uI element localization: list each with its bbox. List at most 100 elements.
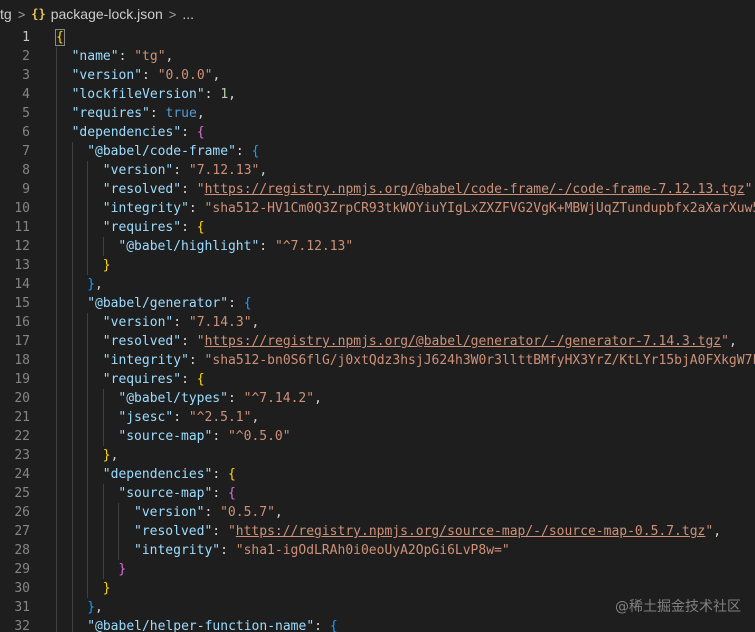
line-number: 15 bbox=[14, 296, 30, 311]
code-line[interactable]: 1{ bbox=[0, 28, 755, 47]
indent-guide bbox=[56, 598, 57, 617]
code-line-content: "requires": true, bbox=[72, 104, 205, 123]
indent-guide bbox=[56, 218, 57, 237]
code-line[interactable]: 14}, bbox=[0, 275, 755, 294]
code-line[interactable]: 18 "integrity": "sha512-bn0S6flG/j0xtQdz3… bbox=[0, 351, 755, 370]
code-area[interactable]: 1{2 "name": "tg", 3 "version": "0.0.0", 4 "lo… bbox=[0, 28, 755, 632]
code-token: https://registry.npmjs.org/@babel/code-f… bbox=[204, 182, 745, 197]
code-token: "@babel/generator" bbox=[87, 296, 229, 311]
json-file-icon: {} bbox=[31, 7, 46, 21]
indent-guide bbox=[87, 389, 89, 408]
code-token: : bbox=[259, 239, 275, 254]
code-line[interactable]: 6 "dependencies": { bbox=[0, 123, 755, 142]
code-line[interactable]: 29} bbox=[0, 560, 755, 579]
code-token: "dependencies" bbox=[102, 467, 213, 482]
code-line[interactable]: 20 "@babel/types": "^7.14.2", bbox=[0, 389, 755, 408]
code-token: https://registry.npmjs.org/@babel/genera… bbox=[204, 334, 722, 349]
code-line[interactable]: 24 "dependencies": { bbox=[0, 465, 755, 484]
code-line[interactable]: 7 "@babel/code-frame": { bbox=[0, 142, 755, 161]
code-token: "@babel/highlight" bbox=[118, 239, 260, 254]
code-line[interactable]: 26 "version": "0.5.7", bbox=[0, 503, 755, 522]
code-token: "source-map" bbox=[118, 486, 213, 501]
indent-guide bbox=[56, 313, 57, 332]
indent-guide bbox=[71, 351, 73, 370]
line-number: 14 bbox=[14, 277, 30, 292]
indent-guide bbox=[87, 541, 89, 560]
breadcrumb-symbol[interactable]: ... bbox=[182, 6, 194, 22]
indent-guide bbox=[71, 484, 73, 503]
code-line-content: } bbox=[103, 579, 111, 598]
code-line[interactable]: 2 "name": "tg", bbox=[0, 47, 755, 66]
code-token: 1 bbox=[220, 87, 229, 102]
code-line[interactable]: 28 "integrity": "sha1-igOdLRAh0i0eoUyA2Op… bbox=[0, 541, 755, 560]
indent-guide bbox=[71, 427, 73, 446]
code-line-content: "jsesc": "^2.5.1", bbox=[118, 408, 259, 427]
code-line[interactable]: 10 "integrity": "sha512-HV1Cm0Q3ZrpCR93tk… bbox=[0, 199, 755, 218]
code-token: : bbox=[181, 125, 197, 140]
line-number: 7 bbox=[22, 144, 30, 159]
code-token: : bbox=[220, 543, 236, 558]
indent-guide bbox=[102, 560, 104, 579]
code-line-content: "@babel/types": "^7.14.2", bbox=[118, 389, 322, 408]
code-line-content: "integrity": "sha1-igOdLRAh0i0eoUyA2OpGi… bbox=[134, 541, 510, 560]
code-line[interactable]: 21 "jsesc": "^2.5.1", bbox=[0, 408, 755, 427]
code-token: , bbox=[228, 87, 236, 102]
line-number: 1 bbox=[22, 30, 30, 45]
code-line-content: "resolved": "https://registry.npmjs.org/… bbox=[134, 522, 721, 541]
code-token: "version" bbox=[102, 163, 174, 178]
code-line[interactable]: 13} bbox=[0, 256, 755, 275]
indent-guide bbox=[87, 408, 89, 427]
code-line[interactable]: 3 "version": "0.0.0", bbox=[0, 66, 755, 85]
code-line[interactable]: 17 "resolved": "https://registry.npmjs.or… bbox=[0, 332, 755, 351]
indent-guide bbox=[102, 522, 104, 541]
code-line[interactable]: 8 "version": "7.12.13", bbox=[0, 161, 755, 180]
indent-guide bbox=[71, 218, 73, 237]
code-token: { bbox=[227, 486, 236, 501]
line-number: 31 bbox=[14, 600, 30, 615]
indent-guide bbox=[71, 503, 73, 522]
code-line[interactable]: 16 "version": "7.14.3", bbox=[0, 313, 755, 332]
code-line-content: "version": "0.5.7", bbox=[134, 503, 283, 522]
code-line[interactable]: 27 "resolved": "https://registry.npmjs.or… bbox=[0, 522, 755, 541]
code-token: : bbox=[181, 334, 197, 349]
code-line[interactable]: 11 "requires": { bbox=[0, 218, 755, 237]
indent-guide bbox=[87, 465, 89, 484]
code-line[interactable]: 19 "requires": { bbox=[0, 370, 755, 389]
code-token: "integrity" bbox=[134, 543, 221, 558]
code-token: "@babel/code-frame" bbox=[87, 144, 236, 159]
line-number: 24 bbox=[14, 467, 30, 482]
code-token: , bbox=[165, 49, 174, 64]
breadcrumb-folder[interactable]: tg bbox=[0, 6, 12, 22]
breadcrumb-file[interactable]: package-lock.json bbox=[51, 6, 163, 22]
code-line[interactable]: 25 "source-map": { bbox=[0, 484, 755, 503]
indent-guide bbox=[56, 522, 57, 541]
indent-guide bbox=[87, 161, 89, 180]
code-line-content: "resolved": "https://registry.npmjs.org/… bbox=[103, 332, 737, 351]
code-line[interactable]: 23}, bbox=[0, 446, 755, 465]
code-token: "sha1-igOdLRAh0i0eoUyA2OpGi6LvP8w=" bbox=[235, 543, 510, 558]
line-number: 18 bbox=[14, 353, 30, 368]
code-line[interactable]: 12 "@babel/highlight": "^7.12.13" bbox=[0, 237, 755, 256]
code-token: : bbox=[173, 410, 189, 425]
line-number: 13 bbox=[14, 258, 30, 273]
indent-guide bbox=[87, 522, 89, 541]
code-line[interactable]: 32 "@babel/helper-function-name": { bbox=[0, 617, 755, 632]
breadcrumb-separator-icon: > bbox=[17, 6, 26, 22]
code-line[interactable]: 5 "requires": true, bbox=[0, 104, 755, 123]
indent-guide bbox=[102, 427, 104, 446]
code-token: "version" bbox=[102, 315, 174, 330]
code-line[interactable]: 22 "source-map": "^0.5.0" bbox=[0, 427, 755, 446]
indent-guide bbox=[87, 370, 89, 389]
code-line[interactable]: 9 "resolved": "https://registry.npmjs.org… bbox=[0, 180, 755, 199]
code-token: " bbox=[196, 334, 205, 349]
indent-guide bbox=[56, 446, 57, 465]
code-editor[interactable]: tg > {} package-lock.json > ... 1{2 "name… bbox=[0, 0, 755, 632]
code-line[interactable]: 4 "lockfileVersion": 1, bbox=[0, 85, 755, 104]
code-line-content: }, bbox=[103, 446, 119, 465]
code-token: "tg" bbox=[134, 49, 166, 64]
code-line[interactable]: 15 "@babel/generator": { bbox=[0, 294, 755, 313]
indent-guide bbox=[102, 503, 104, 522]
code-token: : bbox=[173, 163, 189, 178]
code-token: , bbox=[728, 334, 737, 349]
indent-guide bbox=[71, 541, 73, 560]
